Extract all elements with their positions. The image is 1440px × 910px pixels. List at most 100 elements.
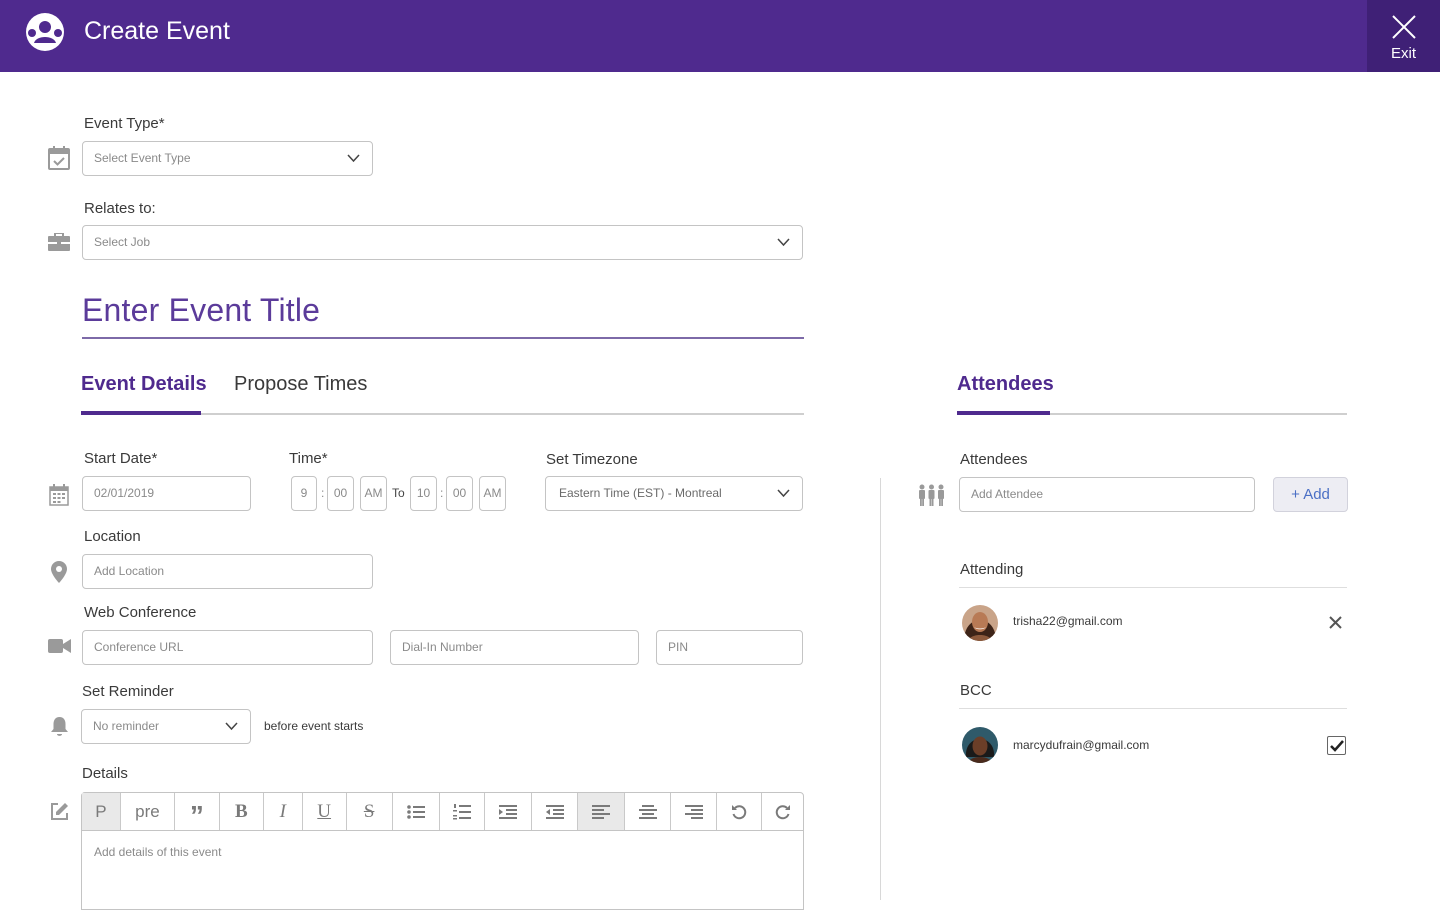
time-label: Time* xyxy=(289,450,328,467)
bullet-list-icon xyxy=(406,804,425,819)
undo-icon xyxy=(732,804,747,819)
align-right-icon xyxy=(684,804,703,819)
start-date-label: Start Date* xyxy=(84,450,158,467)
briefcase-icon xyxy=(48,232,70,256)
chevron-down-icon xyxy=(225,722,238,731)
chevron-down-icon xyxy=(777,238,790,247)
people-icon xyxy=(918,484,945,511)
page-title: Create Event xyxy=(84,17,230,45)
avatar xyxy=(962,605,998,641)
toolbar-paragraph-button[interactable]: P xyxy=(82,793,121,830)
attendee-email: trisha22@gmail.com xyxy=(1013,614,1123,628)
app-logo-icon xyxy=(25,12,65,52)
tab-event-details[interactable]: Event Details xyxy=(81,373,207,396)
tab-propose-times[interactable]: Propose Times xyxy=(234,373,367,396)
toolbar-align-right-button[interactable] xyxy=(671,793,718,830)
start-hour-input[interactable]: 9 xyxy=(291,476,317,511)
video-camera-icon xyxy=(48,639,71,658)
avatar xyxy=(962,727,998,763)
toolbar-undo-button[interactable] xyxy=(717,793,763,830)
toolbar-strikethrough-button[interactable]: S xyxy=(347,793,393,830)
conference-url-input[interactable]: Conference URL xyxy=(82,630,373,665)
event-type-select[interactable]: Select Event Type xyxy=(82,141,373,176)
relates-to-placeholder: Select Job xyxy=(94,235,151,249)
timezone-select[interactable]: Eastern Time (EST) - Montreal xyxy=(545,476,803,511)
toolbar-italic-button[interactable]: I xyxy=(264,793,303,830)
paragraph-label: P xyxy=(95,801,107,821)
relates-to-select[interactable]: Select Job xyxy=(82,225,803,260)
attending-divider xyxy=(959,587,1347,588)
end-minute-input[interactable]: 00 xyxy=(446,476,473,511)
location-label: Location xyxy=(84,528,141,545)
end-hour-input[interactable]: 10 xyxy=(410,476,437,511)
indent-icon xyxy=(499,804,518,819)
toolbar-redo-button[interactable] xyxy=(762,793,803,830)
edit-icon xyxy=(50,802,69,826)
app-header: Create Event Exit xyxy=(0,0,1440,72)
event-title-placeholder: Enter Event Title xyxy=(82,292,321,328)
add-attendee-placeholder: Add Attendee xyxy=(971,487,1044,501)
reminder-select[interactable]: No reminder xyxy=(81,709,251,744)
toolbar-indent-button[interactable] xyxy=(485,793,533,830)
toolbar-align-left-button[interactable] xyxy=(578,793,626,830)
bcc-email: marcydufrain@gmail.com xyxy=(1013,738,1150,752)
active-tab-indicator xyxy=(81,411,201,415)
exit-label: Exit xyxy=(1390,45,1416,62)
relates-to-label: Relates to: xyxy=(84,200,156,217)
time-colon: : xyxy=(321,486,325,500)
quote-icon: ” xyxy=(189,799,204,831)
chevron-down-icon xyxy=(777,489,790,498)
pin-input[interactable]: PIN xyxy=(656,630,803,665)
start-minute-input[interactable]: 00 xyxy=(327,476,354,511)
start-ampm-select[interactable]: AM xyxy=(360,476,387,511)
details-label: Details xyxy=(82,765,128,782)
timezone-label: Set Timezone xyxy=(546,451,638,468)
start-date-value: 02/01/2019 xyxy=(94,486,155,500)
event-title-input[interactable]: Enter Event Title xyxy=(82,290,804,339)
close-icon xyxy=(1392,15,1416,39)
underline-label: U xyxy=(317,800,332,822)
location-input[interactable]: Add Location xyxy=(82,554,373,589)
toolbar-underline-button[interactable]: U xyxy=(303,793,347,830)
bold-label: B xyxy=(234,800,248,822)
toolbar-bold-button[interactable]: B xyxy=(220,793,264,830)
map-pin-icon xyxy=(51,561,67,588)
exit-button[interactable]: Exit xyxy=(1367,0,1440,72)
toolbar-numbered-list-button[interactable] xyxy=(440,793,486,830)
toolbar-pre-button[interactable]: pre xyxy=(121,793,175,830)
time-to-label: To xyxy=(392,486,405,500)
attendees-tab-indicator xyxy=(957,411,1050,415)
conference-url-placeholder: Conference URL xyxy=(94,640,184,654)
column-divider xyxy=(880,478,881,900)
web-conference-label: Web Conference xyxy=(84,604,197,621)
add-attendee-button[interactable]: + Add xyxy=(1273,477,1348,512)
bcc-checkbox[interactable] xyxy=(1327,736,1346,755)
bcc-label: BCC xyxy=(960,682,992,699)
rich-text-toolbar: P pre ” B I U S xyxy=(81,792,804,831)
toolbar-bullet-list-button[interactable] xyxy=(393,793,440,830)
location-placeholder: Add Location xyxy=(94,564,165,578)
strikethrough-label: S xyxy=(363,800,375,822)
attendees-label: Attendees xyxy=(960,451,1028,468)
reminder-value: No reminder xyxy=(93,719,160,733)
end-ampm-select[interactable]: AM xyxy=(479,476,506,511)
chevron-down-icon xyxy=(347,154,360,163)
tab-attendees[interactable]: Attendees xyxy=(957,373,1054,396)
redo-icon xyxy=(775,804,790,819)
remove-attendee-icon[interactable] xyxy=(1329,616,1342,634)
outdent-icon xyxy=(545,804,564,819)
dial-in-number-input[interactable]: Dial-In Number xyxy=(390,630,639,665)
bell-icon xyxy=(50,716,69,742)
pin-placeholder: PIN xyxy=(668,640,689,654)
details-placeholder: Add details of this event xyxy=(94,845,222,859)
toolbar-quote-button[interactable]: ” xyxy=(175,793,220,830)
add-attendee-input[interactable]: Add Attendee xyxy=(959,477,1255,512)
pre-label: pre xyxy=(135,801,160,821)
start-date-input[interactable]: 02/01/2019 xyxy=(82,476,251,511)
bcc-divider xyxy=(959,708,1347,709)
align-center-icon xyxy=(638,804,657,819)
event-type-placeholder: Select Event Type xyxy=(94,151,191,165)
toolbar-outdent-button[interactable] xyxy=(532,793,579,830)
toolbar-align-center-button[interactable] xyxy=(625,793,672,830)
details-editor[interactable]: Add details of this event xyxy=(81,830,804,910)
